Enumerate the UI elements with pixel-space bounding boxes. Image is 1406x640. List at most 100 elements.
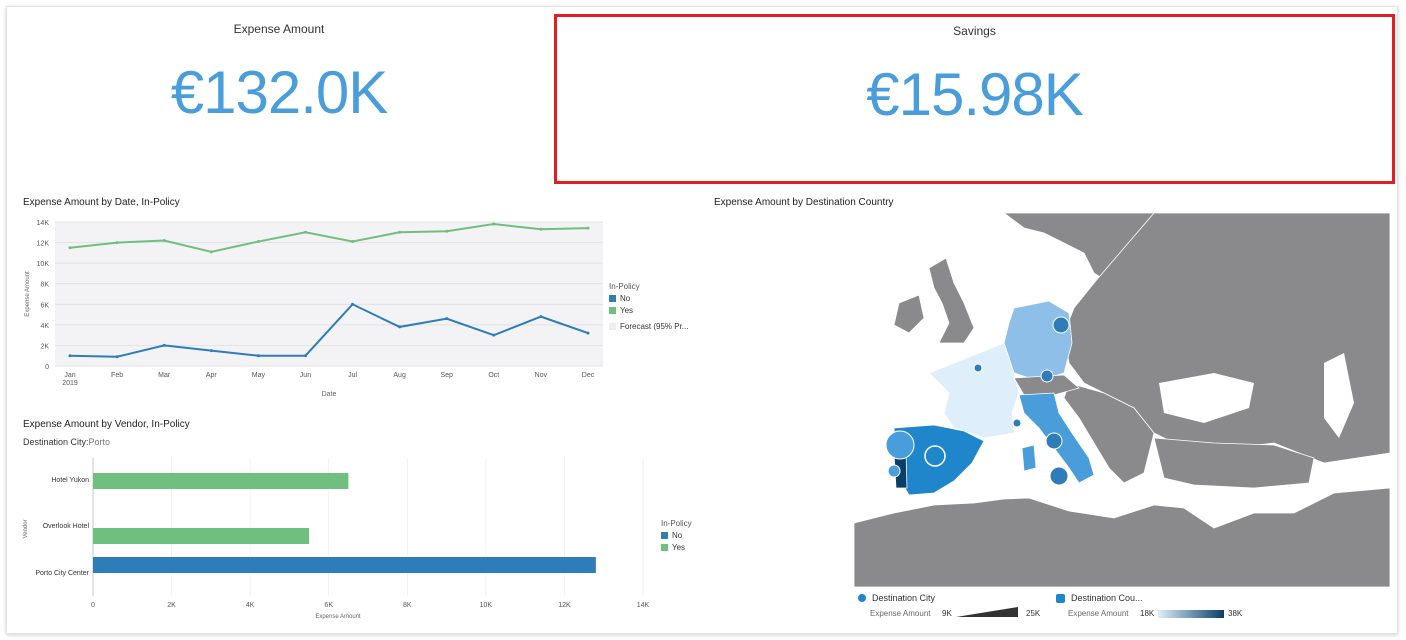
data-point[interactable] [398,325,402,329]
europe-map[interactable] [854,213,1390,587]
line-legend-forecast[interactable]: Forecast (95% Pr... [609,322,709,331]
y-tick-label: 0 [45,364,49,371]
data-point[interactable] [68,246,72,250]
line-chart-title: Expense Amount by Date, In-Policy [23,197,180,208]
city-bubble-nice[interactable] [1012,418,1022,428]
kpi-savings-title: Savings [953,24,996,38]
line-chart-legend: In-Policy No Yes Forecast (95% Pr... [609,282,709,331]
bar-legend-yes[interactable]: Yes [661,543,721,552]
x-tick-label: 6K [324,602,333,609]
city-bubble-porto[interactable] [885,430,915,460]
legend-country-label: Destination Cou... [1071,593,1143,603]
data-point[interactable] [492,222,496,226]
data-point[interactable] [162,239,166,243]
bar-chart[interactable]: 0 2K 4K 6K 8K 10K 12K 14K Expense Amount Vendor Ho… [14,450,654,625]
city-bubble-paris[interactable] [973,363,983,373]
data-point[interactable] [115,241,119,245]
data-point[interactable] [256,354,260,358]
city-bubble-sicily[interactable] [1049,466,1069,486]
x-tick-label: 2K [167,602,176,609]
bar-legend-title: In-Policy [661,519,692,528]
data-point[interactable] [586,226,590,230]
bar-yes[interactable] [93,473,349,489]
bar-legend-no-label: No [672,531,683,540]
legend-swatch-no [609,295,616,302]
legend-city-label: Destination City [872,593,936,603]
bar-chart-legend: In-Policy No Yes [661,519,721,552]
bar-yes[interactable] [93,528,310,544]
size-legend-min: 9K [942,609,952,618]
kpi-expense-amount-tile[interactable]: Expense Amount €132.0K [14,10,544,180]
line-legend-yes[interactable]: Yes [609,306,709,315]
x-tick-label: 0 [91,602,95,609]
x-tick-label: Dec [582,372,595,379]
data-point[interactable] [539,315,543,319]
x-tick-label: Jun [300,372,311,379]
data-point[interactable] [351,302,355,306]
legend-swatch-yes [609,307,616,314]
city-bubble-madrid[interactable] [924,445,946,467]
data-point[interactable] [209,349,213,353]
bar-chart-filter: Destination City:Porto [23,437,110,447]
y-tick-label: 6K [40,302,49,309]
data-point[interactable] [586,331,590,335]
legend-destination-city[interactable]: Destination City [858,593,935,603]
y-tick-label: 12K [37,241,50,248]
x-axis-label: Date [322,391,337,398]
data-point[interactable] [445,317,449,321]
data-point[interactable] [115,355,119,359]
x-tick-label: 14K [637,602,650,609]
data-point[interactable] [209,250,213,254]
x-tick-label: Jul [348,372,357,379]
kpi-savings-tile[interactable]: Savings €15.98K [554,14,1395,184]
line-legend-no-label: No [620,294,631,303]
data-point[interactable] [445,229,449,233]
legend-destination-country[interactable]: Destination Cou... [1056,593,1143,603]
bar-legend-swatch-yes [661,544,668,551]
kpi-expense-value: €132.0K [170,59,389,126]
y-tick-label: Overlook Hotel [43,523,90,530]
x-tick-label: Apr [206,372,218,379]
data-point[interactable] [492,333,496,337]
data-point[interactable] [539,227,543,231]
data-point[interactable] [68,354,72,358]
data-point[interactable] [398,230,402,234]
x-tick-label: 4K [246,602,255,609]
color-legend-max: 38K [1228,609,1243,618]
line-legend-yes-label: Yes [620,306,634,315]
bar-no[interactable] [93,557,596,573]
line-chart[interactable]: 0 2K 4K 6K 8K 10K 12K 14K Jan2019 Feb Mar Apr May Jun… [14,212,614,404]
y-tick-label: Porto City Center [35,570,89,577]
bar-filter-label: Destination City: [23,437,89,447]
color-legend-label: Expense Amount [1068,609,1129,618]
color-legend-gradient [1158,610,1224,618]
size-legend-wedge-icon [956,607,1018,617]
data-point[interactable] [303,354,307,358]
city-bubble-berlin[interactable] [1052,316,1070,334]
germany[interactable] [1003,300,1073,382]
bar-filter-value: Porto [88,437,111,447]
city-bubble-rome[interactable] [1045,432,1063,450]
y-tick-label: 2K [40,343,49,350]
line-legend-no[interactable]: No [609,294,709,303]
data-point[interactable] [303,230,307,234]
x-tick-label: 8K [403,602,412,609]
y-tick-label: Hotel Yukon [51,477,89,484]
y-tick-label: 8K [40,282,49,289]
bar-chart-title: Expense Amount by Vendor, In-Policy [23,419,190,430]
x-tick-label: May [252,372,266,379]
data-point[interactable] [162,343,166,347]
city-bubble-lisbon[interactable] [887,464,901,478]
sardinia[interactable] [1021,444,1037,472]
size-legend-max: 25K [1026,609,1041,618]
data-point[interactable] [351,240,355,244]
x-tick-label: Sep [440,372,453,379]
city-dot-icon [858,594,866,602]
y-tick-label: 10K [37,261,50,268]
map-title: Expense Amount by Destination Country [714,197,894,208]
city-bubble-munich[interactable] [1040,369,1054,383]
kpi-expense-title: Expense Amount [233,22,325,36]
y-axis-label: Expense Amount [25,271,31,317]
data-point[interactable] [256,240,260,244]
bar-legend-no[interactable]: No [661,531,721,540]
